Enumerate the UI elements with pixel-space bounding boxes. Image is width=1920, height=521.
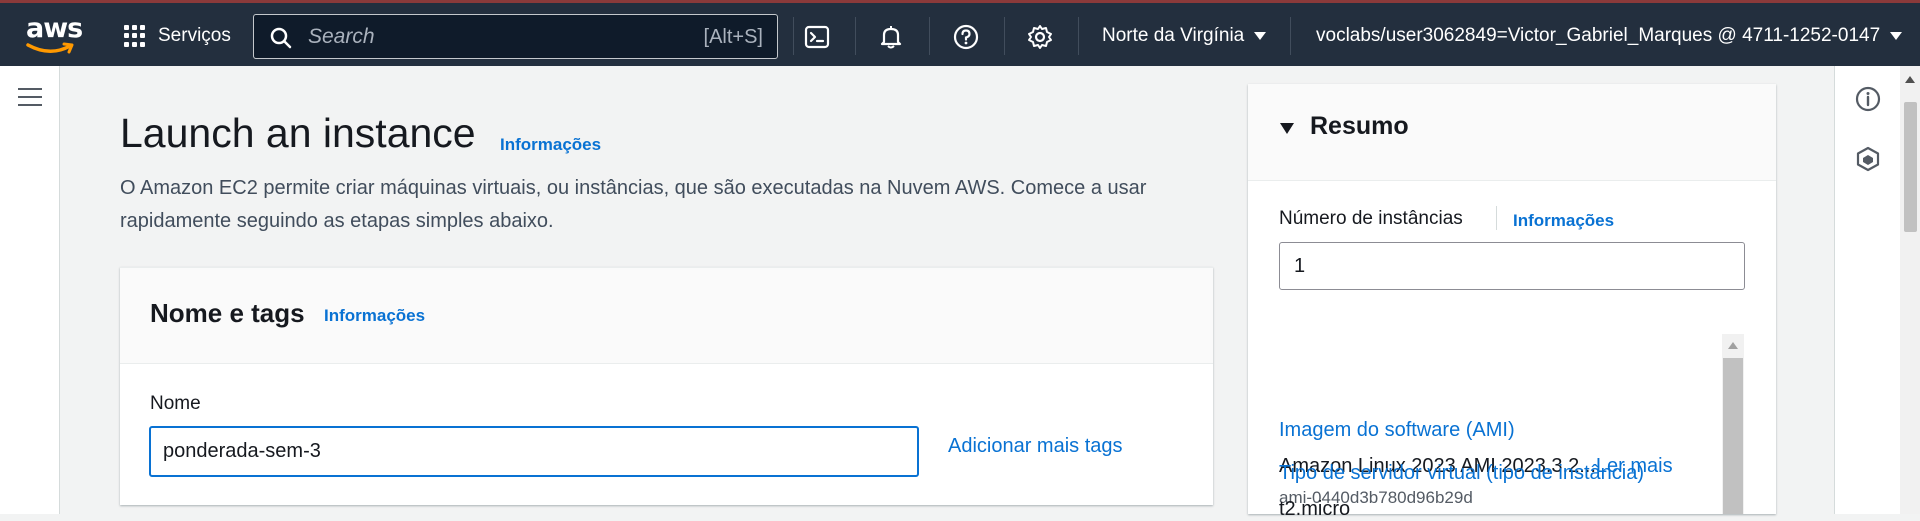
- region-label: Norte da Virgínia: [1102, 25, 1245, 46]
- summary-panel: Resumo Número de instâncias Informações …: [1248, 84, 1776, 514]
- name-field-label: Nome: [150, 393, 201, 414]
- nav-divider: [855, 17, 856, 55]
- caret-down-icon: [1890, 32, 1903, 40]
- instance-type-value: t2.micro: [1279, 498, 1351, 520]
- settings-gear-icon[interactable]: [1026, 23, 1054, 51]
- nav-divider: [929, 17, 930, 55]
- aws-smile-icon: [26, 42, 74, 54]
- services-menu-button[interactable]: Serviços: [124, 23, 231, 49]
- summary-title[interactable]: Resumo: [1310, 112, 1409, 141]
- collapse-triangle-icon[interactable]: [1280, 123, 1294, 134]
- caret-down-icon: [1254, 32, 1267, 40]
- scroll-up-arrow-icon[interactable]: [1905, 76, 1915, 83]
- notifications-bell-icon[interactable]: [877, 23, 905, 51]
- right-side-rail: [1834, 66, 1900, 514]
- search-icon: [270, 27, 292, 49]
- instance-type-link[interactable]: Tipo de servidor virtual (tipo de instân…: [1279, 462, 1644, 485]
- name-and-tags-panel: Nome e tags Informações Nome Adicionar m…: [120, 267, 1213, 505]
- panel-title: Nome e tags: [150, 298, 305, 328]
- top-navigation: aws Serviços [Alt+S]: [0, 0, 1920, 66]
- account-label: voclabs/user3062849=Victor_Gabriel_Marqu…: [1316, 25, 1881, 46]
- page-scrollbar[interactable]: [1900, 66, 1920, 514]
- name-input[interactable]: [149, 426, 919, 477]
- scrollbar-thumb[interactable]: [1904, 102, 1917, 232]
- left-side-rail: [0, 66, 60, 514]
- page-title: Launch an instance: [120, 110, 476, 156]
- title-info-link[interactable]: Informações: [500, 135, 601, 155]
- services-grid-icon: [124, 25, 146, 47]
- region-selector[interactable]: Norte da Virgínia: [1102, 25, 1267, 47]
- aws-logo-text: aws: [26, 13, 83, 44]
- cloudshell-icon[interactable]: [803, 23, 831, 51]
- search-input[interactable]: [306, 23, 650, 51]
- panel-info-link[interactable]: Informações: [324, 306, 425, 326]
- nav-divider: [1004, 17, 1005, 55]
- label-divider: [1496, 206, 1497, 230]
- assistant-hexagon-icon[interactable]: [1855, 146, 1881, 172]
- ami-link[interactable]: Imagem do software (AMI): [1279, 419, 1515, 442]
- panel-header: Nome e tags Informações: [120, 268, 1213, 364]
- scroll-up-arrow-icon[interactable]: [1728, 342, 1738, 349]
- help-icon[interactable]: [952, 23, 980, 51]
- nav-divider: [1078, 17, 1079, 55]
- aws-logo[interactable]: aws: [24, 13, 83, 57]
- instances-info-link[interactable]: Informações: [1513, 211, 1614, 231]
- summary-scrollbar[interactable]: [1722, 334, 1744, 514]
- scrollbar-thumb[interactable]: [1723, 358, 1743, 514]
- instances-count-label: Número de instâncias: [1279, 208, 1463, 229]
- nav-divider: [793, 17, 794, 55]
- menu-hamburger-icon[interactable]: [18, 88, 42, 112]
- search-shortcut-hint: [Alt+S]: [703, 26, 763, 48]
- search-box[interactable]: [Alt+S]: [253, 14, 778, 59]
- nav-divider: [1290, 17, 1291, 55]
- instances-count-input[interactable]: [1279, 242, 1745, 290]
- info-panel-icon[interactable]: [1855, 86, 1881, 112]
- page-description: O Amazon EC2 permite criar máquinas virt…: [120, 177, 1147, 232]
- summary-details-list: Imagem do software (AMI) Amazon Linux 20…: [1279, 334, 1749, 514]
- services-label: Serviços: [158, 25, 231, 46]
- summary-header: Resumo: [1248, 84, 1776, 181]
- account-menu[interactable]: voclabs/user3062849=Victor_Gabriel_Marqu…: [1316, 25, 1903, 47]
- add-more-tags-link[interactable]: Adicionar mais tags: [948, 435, 1123, 458]
